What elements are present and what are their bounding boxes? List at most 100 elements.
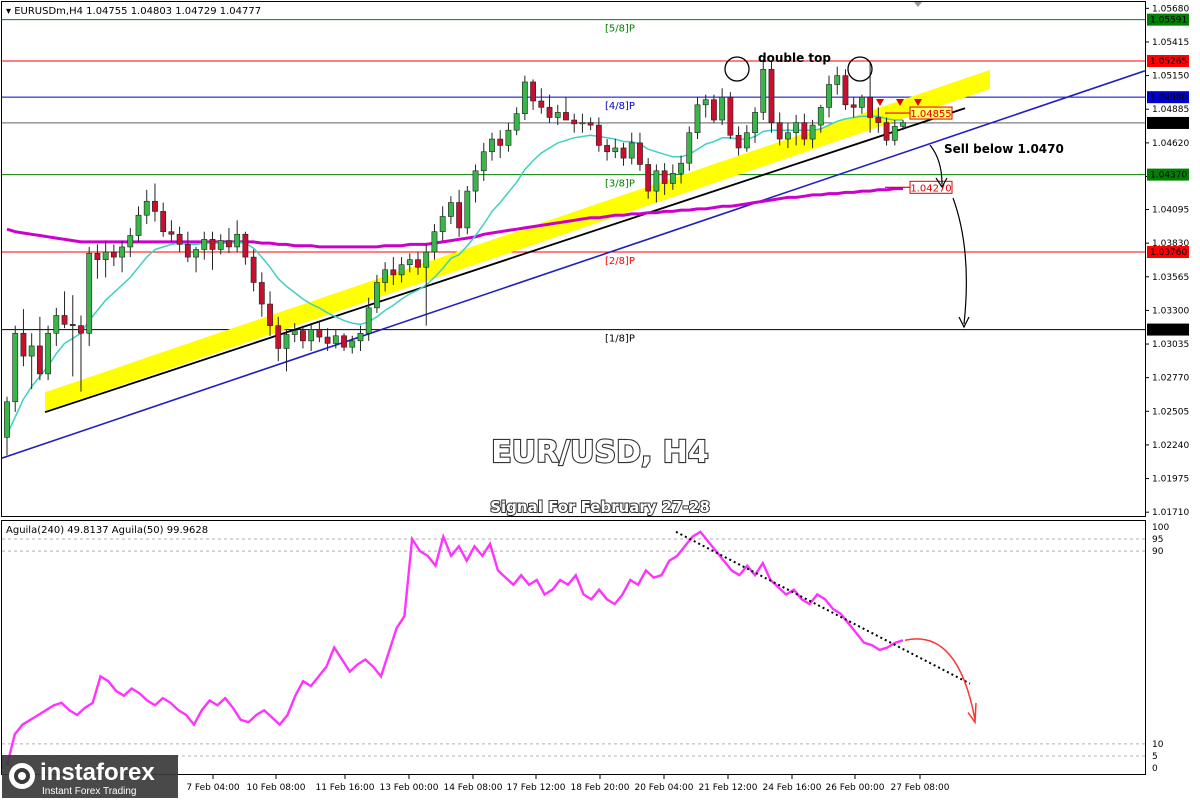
price-tick-label: 1.05150 [1152,72,1189,82]
price-tick-label: 1.05680 [1152,4,1189,14]
candle [480,142,487,181]
murrey-level-label: [2/8]P [605,256,635,267]
candle [102,240,109,278]
candle [595,117,602,152]
price-tag-label: 1.04370 [1150,171,1187,181]
candle [497,130,504,159]
indicator-header: Aguila(240) 49.8137 Aguila(50) 99.9628 [6,525,208,536]
candle [201,231,208,260]
oscillator-level-label: 0 [1152,764,1158,774]
candle [719,88,726,126]
price-tag-label: 1.03760 [1150,248,1187,258]
candle [119,240,125,273]
price-tick-label: 1.04620 [1152,139,1189,149]
candle [193,246,199,273]
candle [4,396,10,456]
price-tick-label: 1.02505 [1152,407,1189,417]
time-tick-label: 13 Feb 00:00 [379,783,438,793]
logo-gear-icon [9,763,35,789]
candle [620,142,627,166]
header-symbol: EURUSDm,H4 [14,6,83,17]
price-tags: 1.05591 1.05265 1.04980 1.04370 1.03760 1.031… [1147,13,1189,336]
price-axis: 1.05680 1.05415 1.05150 1.04885 1.04620 1.043… [1145,4,1189,518]
price-tag-label: 1.05265 [1150,57,1187,67]
price-tick-label: 1.05415 [1152,38,1189,48]
time-tick-label: 11 Feb 16:00 [315,783,374,793]
time-tick-label: 14 Feb 08:00 [443,783,502,793]
candle [891,120,898,146]
candle [12,325,19,412]
candle [184,231,191,263]
time-axis: 7 Feb 04:00 10 Feb 08:00 11 Feb 16:00 13 Fe… [186,775,950,793]
oscillator-level-label: 90 [1152,547,1164,557]
candle [45,325,52,381]
candle [94,244,101,279]
chart-header: ▾ EURUSDm,H4 1.04755 1.04803 1.04729 1.0… [6,6,261,17]
instaforex-logo: instaforex Instant Forex Trading [2,755,178,798]
oscillator-line [5,530,904,766]
candle [735,126,742,156]
candle [834,66,841,95]
candle [242,231,249,265]
price-tick-label: 1.03565 [1152,273,1189,283]
signal-title: Signal For February 27-28 [490,498,710,516]
candle [20,309,27,367]
candle [768,61,775,133]
price-tick-label: 1.02240 [1152,441,1189,451]
candle [283,329,290,372]
price-tick-label: 1.01710 [1152,508,1189,518]
red-down-arrow-icon [876,99,884,106]
scroll-marker-icon [914,2,922,7]
candle [36,316,43,381]
candle [250,249,257,292]
header-collapse-icon[interactable]: ▾ [6,6,14,17]
candle [505,122,512,152]
candle [538,88,545,114]
candle [521,75,528,121]
chart-canvas: ▾ EURUSDm,H4 1.04755 1.04803 1.04729 1.0… [1,1,1189,798]
marked-level-tag: 1.04270 [910,183,951,194]
candle [637,132,643,171]
candle [316,320,323,343]
candle [127,227,134,258]
candle [489,132,495,161]
murrey-level-label: [5/8]P [605,24,635,35]
candle [743,125,750,152]
candle [546,94,553,123]
candle [702,94,709,118]
murrey-levels: [5/8]P [4/8]P [3/8]P [2/8]P [1/8]P [2,19,1145,345]
candle [464,186,471,235]
candle [258,272,265,317]
time-tick-label: 7 Feb 04:00 [186,783,240,793]
price-tick-label: 1.02770 [1152,374,1189,384]
candle [530,79,536,110]
candle [53,307,60,346]
candle [341,333,347,352]
candle [28,333,35,390]
time-tick-label: 18 Feb 20:00 [570,783,629,793]
candle [456,189,463,237]
candle [826,75,832,118]
time-tick-label: 26 Feb 00:00 [825,783,884,793]
time-tick-label: 20 Feb 04:00 [634,783,693,793]
candle [850,97,857,118]
candle [571,113,578,133]
candle [612,139,619,159]
candle [628,132,635,165]
candle [842,69,849,110]
candle [234,220,241,253]
candle [776,112,783,146]
candle [694,97,701,140]
price-tag-label: 1.04777 [1150,119,1187,129]
candle [226,227,232,254]
sell-below-label: Sell below 1.0470 [944,142,1064,156]
indicator-panel-frame [1,520,1146,775]
candle [727,92,734,140]
price-tag-label: 1.04980 [1150,93,1187,103]
candle [579,113,586,133]
candle [472,164,479,203]
candle [217,234,224,255]
oscillator-level-label: 10 [1152,740,1164,750]
candle [554,104,561,126]
price-tick-label: 1.03300 [1152,306,1189,316]
